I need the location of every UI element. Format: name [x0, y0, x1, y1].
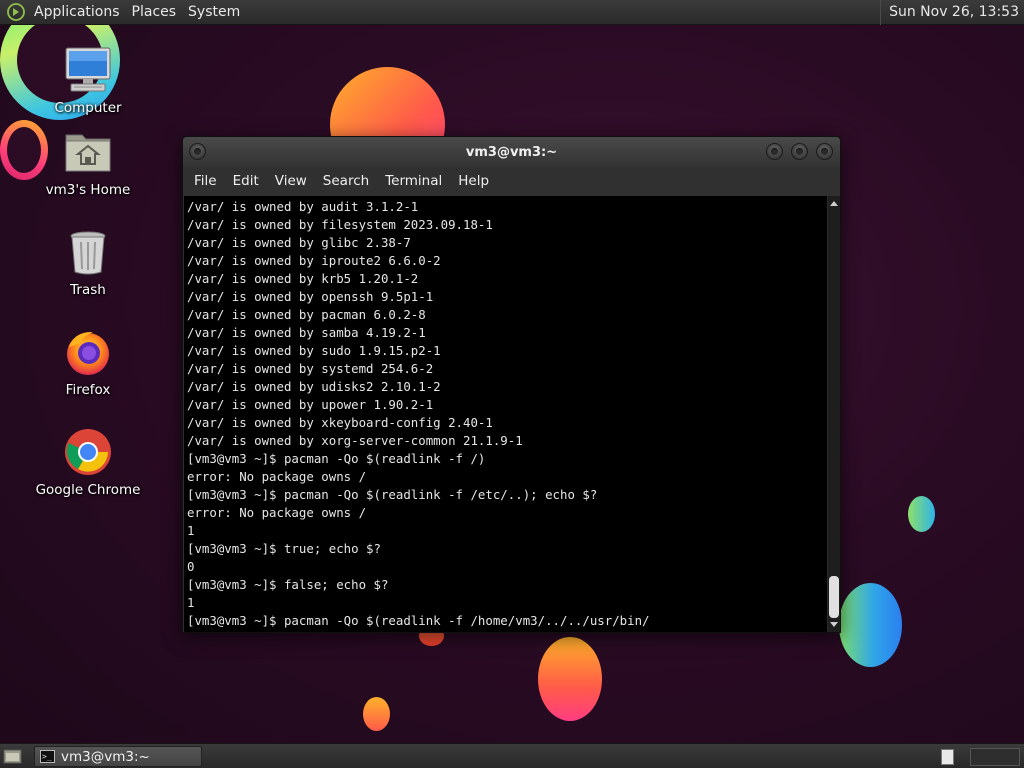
terminal-menubar: File Edit View Search Terminal Help	[183, 167, 840, 196]
chrome-icon	[63, 427, 113, 477]
minimize-button[interactable]	[766, 143, 783, 160]
window-titlebar[interactable]: vm3@vm3:~	[183, 137, 840, 167]
menu-edit[interactable]: Edit	[226, 167, 266, 196]
taskbar-terminal-button[interactable]: >_ vm3@vm3:~	[34, 746, 202, 767]
terminal-line: /var/ is owned by sudo 1.9.15.p2-1	[187, 343, 441, 358]
terminal-line: /var/ is owned by glibc 2.38-7	[187, 235, 411, 250]
terminal-line: 1	[187, 523, 195, 538]
desktop-icon-label: Google Chrome	[35, 482, 141, 498]
desktop-icon-label: Trash	[70, 282, 106, 298]
terminal-line: [vm3@vm3 ~]$ pacman -Qo $(readlink -f /e…	[187, 487, 598, 502]
firefox-icon	[63, 327, 113, 377]
show-desktop-icon[interactable]	[3, 747, 23, 765]
maximize-button[interactable]	[791, 143, 808, 160]
terminal-line: /var/ is owned by openssh 9.5p1-1	[187, 289, 434, 304]
menu-search[interactable]: Search	[316, 167, 376, 196]
trash-icon	[63, 227, 113, 277]
terminal-line: [vm3@vm3 ~]$ pacman -Qo $(readlink -f /h…	[187, 613, 650, 628]
desktop-icon-firefox[interactable]: Firefox	[33, 327, 143, 399]
terminal-line: /var/ is owned by krb5 1.20.1-2	[187, 271, 419, 286]
computer-icon	[63, 45, 113, 95]
menu-file[interactable]: File	[187, 167, 224, 196]
desktop-icon-label: Computer	[54, 100, 122, 116]
window-menu-button[interactable]	[189, 143, 206, 160]
menu-applications[interactable]: Applications	[28, 0, 126, 25]
terminal-line: /var/ is owned by xorg-server-common 21.…	[187, 433, 523, 448]
wallpaper-orange-small-oval	[363, 697, 390, 731]
scrollbar-thumb[interactable]	[829, 576, 839, 618]
terminal-line: /var/ is owned by filesystem 2023.09.18-…	[187, 217, 493, 232]
desktop-icon-label: Firefox	[65, 382, 111, 398]
distro-logo-icon[interactable]	[6, 2, 26, 22]
terminal-line: /var/ is owned by udisks2 2.10.1-2	[187, 379, 441, 394]
terminal-line: [vm3@vm3 ~]$ false; echo $?	[187, 577, 389, 592]
terminal-output[interactable]: /var/ is owned by audit 3.1.2-1/var/ is …	[184, 196, 827, 632]
terminal-line: /var/ is owned by upower 1.90.2-1	[187, 397, 434, 412]
terminal-line: /var/ is owned by systemd 254.6-2	[187, 361, 434, 376]
desktop-icon-label: vm3's Home	[45, 182, 131, 198]
terminal-line: /var/ is owned by xkeyboard-config 2.40-…	[187, 415, 493, 430]
terminal-line: 1	[187, 595, 195, 610]
terminal-line: /var/ is owned by pacman 6.0.2-8	[187, 307, 426, 322]
scroll-up-arrow-icon[interactable]	[830, 201, 838, 206]
close-button[interactable]	[816, 143, 833, 160]
menu-help[interactable]: Help	[451, 167, 496, 196]
terminal-line: 0	[187, 559, 195, 574]
workspace-1[interactable]	[941, 748, 955, 765]
wallpaper-orange-oval	[538, 637, 602, 721]
terminal-line: /var/ is owned by iproute2 6.6.0-2	[187, 253, 441, 268]
terminal-icon: >_	[40, 750, 55, 763]
clock[interactable]: Sun Nov 26, 13:53	[880, 0, 1024, 25]
terminal-line: /var/ is owned by samba 4.19.2-1	[187, 325, 426, 340]
desktop-icon-chrome[interactable]: Google Chrome	[33, 427, 143, 499]
wallpaper-blue-small-oval	[908, 496, 935, 532]
window-title: vm3@vm3:~	[465, 144, 558, 160]
menu-terminal[interactable]: Terminal	[378, 167, 449, 196]
home-folder-icon	[63, 127, 113, 177]
terminal-scrollbar[interactable]	[827, 196, 840, 632]
desktop-icon-computer[interactable]: Computer	[33, 45, 143, 117]
bottom-panel: >_ vm3@vm3:~	[0, 743, 1024, 768]
scroll-down-arrow-icon[interactable]	[830, 622, 838, 627]
terminal-line: /var/ is owned by audit 3.1.2-1	[187, 199, 419, 214]
wallpaper-blue-oval	[839, 583, 902, 667]
terminal-line: error: No package owns /	[187, 505, 367, 520]
workspace-switcher[interactable]	[930, 747, 1020, 766]
terminal-line: [vm3@vm3 ~]$ pacman -Qo $(readlink -f /)	[187, 451, 486, 466]
menu-system[interactable]: System	[182, 0, 246, 25]
workspace-2[interactable]	[970, 747, 1020, 766]
menu-places[interactable]: Places	[126, 0, 183, 25]
taskbar-terminal-label: vm3@vm3:~	[61, 748, 150, 765]
desktop-icon-trash[interactable]: Trash	[33, 227, 143, 299]
terminal-window[interactable]: vm3@vm3:~ File Edit View Search Terminal…	[182, 136, 841, 633]
desktop-icon-home[interactable]: vm3's Home	[33, 127, 143, 199]
terminal-line: [vm3@vm3 ~]$ true; echo $?	[187, 541, 381, 556]
terminal-line: error: No package owns /	[187, 469, 367, 484]
top-panel: Applications Places System Sun Nov 26, 1…	[0, 0, 1024, 25]
menu-view[interactable]: View	[268, 167, 314, 196]
